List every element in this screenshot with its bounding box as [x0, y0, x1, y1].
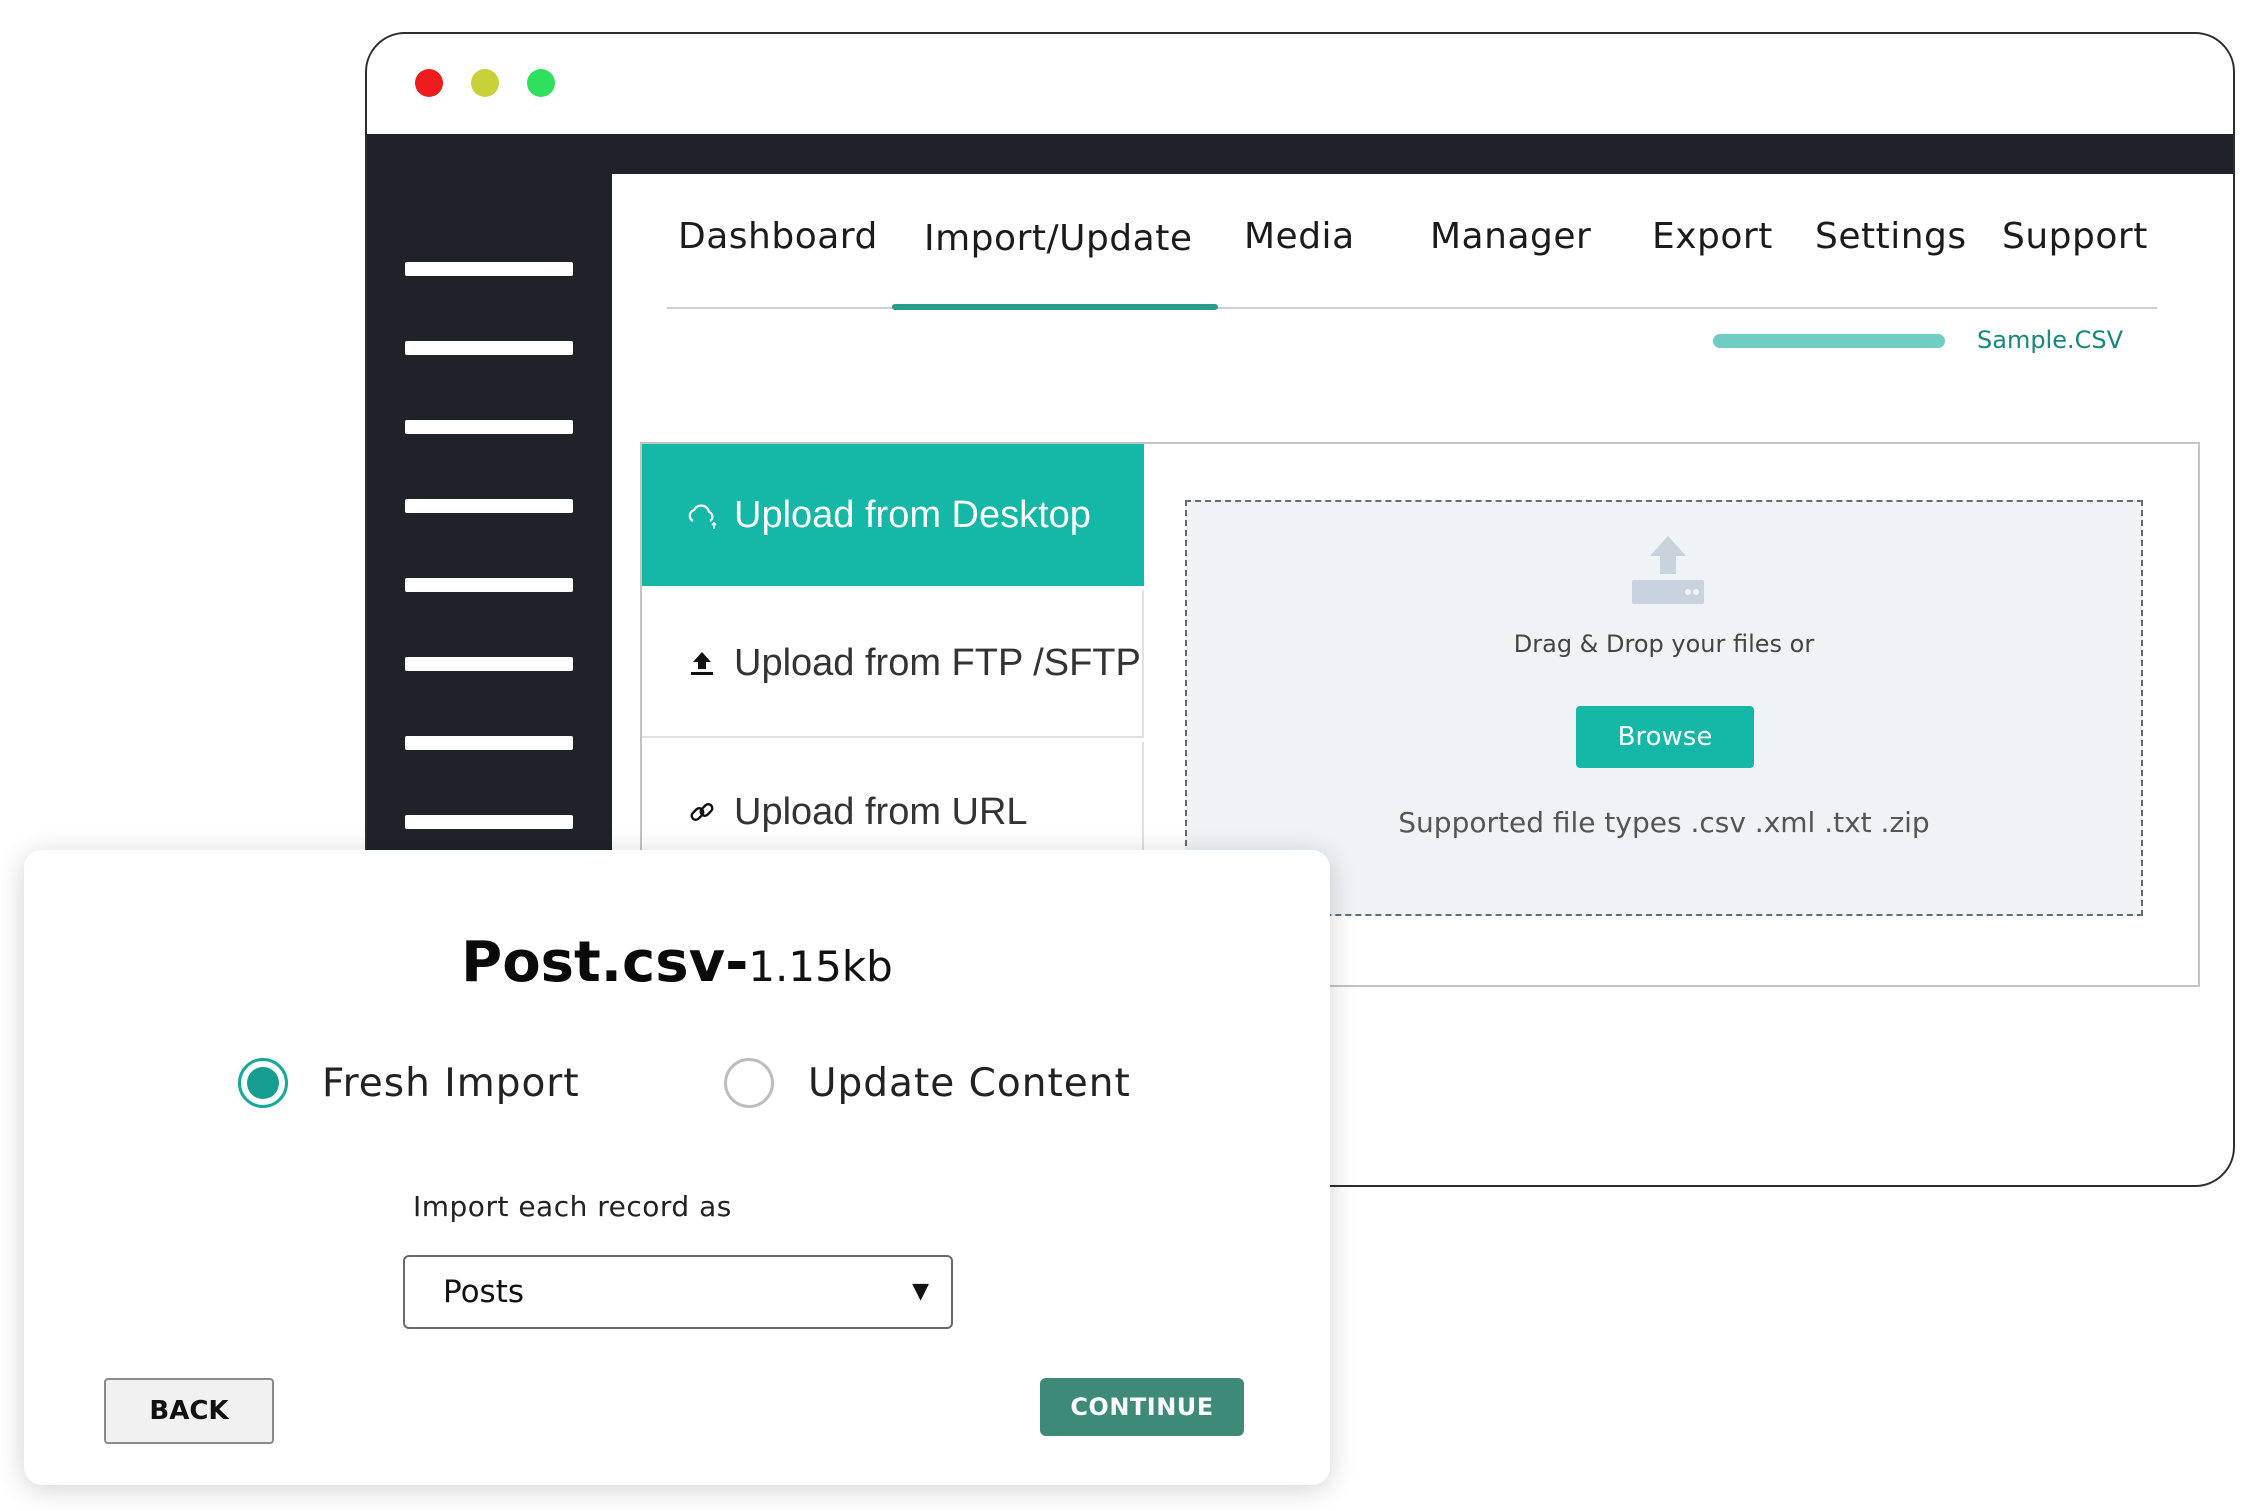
radio-label: Update Content: [808, 1060, 1131, 1106]
radio-label: Fresh Import: [322, 1060, 580, 1106]
import-options-modal: Post.csv-1.15kb Fresh Import Update Cont…: [24, 850, 1330, 1485]
upload-option-label: Upload from Desktop: [734, 493, 1091, 536]
chevron-down-icon: ▼: [912, 1279, 929, 1304]
nav-divider: [667, 307, 2157, 309]
import-record-label: Import each record as: [413, 1190, 732, 1223]
file-name: Post.csv-: [461, 930, 749, 995]
file-title: Post.csv-1.15kb: [24, 930, 1330, 995]
tab-import-update[interactable]: Import/Update: [924, 218, 1192, 259]
sidebar-item[interactable]: [405, 578, 573, 592]
sidebar-item[interactable]: [405, 499, 573, 513]
tab-media[interactable]: Media: [1244, 216, 1355, 257]
browse-button[interactable]: Browse: [1576, 706, 1754, 768]
radio-button[interactable]: [238, 1058, 288, 1108]
sidebar-item[interactable]: [405, 815, 573, 829]
window-close-dot[interactable]: [415, 69, 443, 97]
link-icon: [682, 798, 722, 826]
supported-file-types: Supported file types .csv .xml .txt .zip: [1398, 806, 1930, 839]
dropzone-instruction: Drag & Drop your files or: [1513, 630, 1815, 658]
tab-support[interactable]: Support: [2002, 216, 2148, 257]
sidebar-item[interactable]: [405, 420, 573, 434]
radio-button[interactable]: [724, 1058, 774, 1108]
sidebar-item[interactable]: [405, 262, 573, 276]
active-tab-indicator: [892, 304, 1218, 310]
window-minimize-dot[interactable]: [471, 69, 499, 97]
cloud-upload-icon: [682, 497, 722, 533]
upload-from-ftp-option[interactable]: Upload from FTP /SFTP: [642, 590, 1144, 738]
file-size: 1.15kb: [748, 942, 893, 991]
uploaded-file-label: Sample.CSV: [1977, 326, 2124, 354]
select-value: Posts: [443, 1274, 525, 1310]
fresh-import-radio[interactable]: Fresh Import: [238, 1058, 580, 1108]
upload-progress-bar: [1713, 334, 1945, 348]
sidebar-item[interactable]: [405, 341, 573, 355]
upload-option-label: Upload from URL: [734, 790, 1028, 833]
continue-button[interactable]: CONTINUE: [1040, 1378, 1244, 1436]
file-dropzone[interactable]: Drag & Drop your files or Browse Support…: [1185, 500, 2143, 916]
top-bar: [367, 134, 2233, 174]
tab-export[interactable]: Export: [1652, 216, 1773, 257]
back-button[interactable]: BACK: [104, 1378, 274, 1444]
tab-manager[interactable]: Manager: [1430, 216, 1591, 257]
upload-tray-icon: [1630, 532, 1706, 612]
upload-option-label: Upload from FTP /SFTP: [734, 641, 1141, 684]
window-maximize-dot[interactable]: [527, 69, 555, 97]
tab-dashboard[interactable]: Dashboard: [678, 216, 878, 257]
sidebar-item[interactable]: [405, 657, 573, 671]
upload-arrow-icon: [682, 649, 722, 677]
record-type-select[interactable]: Posts ▼: [403, 1255, 953, 1329]
upload-from-desktop-option[interactable]: Upload from Desktop: [642, 444, 1144, 586]
sidebar-item[interactable]: [405, 736, 573, 750]
tab-settings[interactable]: Settings: [1815, 216, 1967, 257]
update-content-radio[interactable]: Update Content: [724, 1058, 1131, 1108]
